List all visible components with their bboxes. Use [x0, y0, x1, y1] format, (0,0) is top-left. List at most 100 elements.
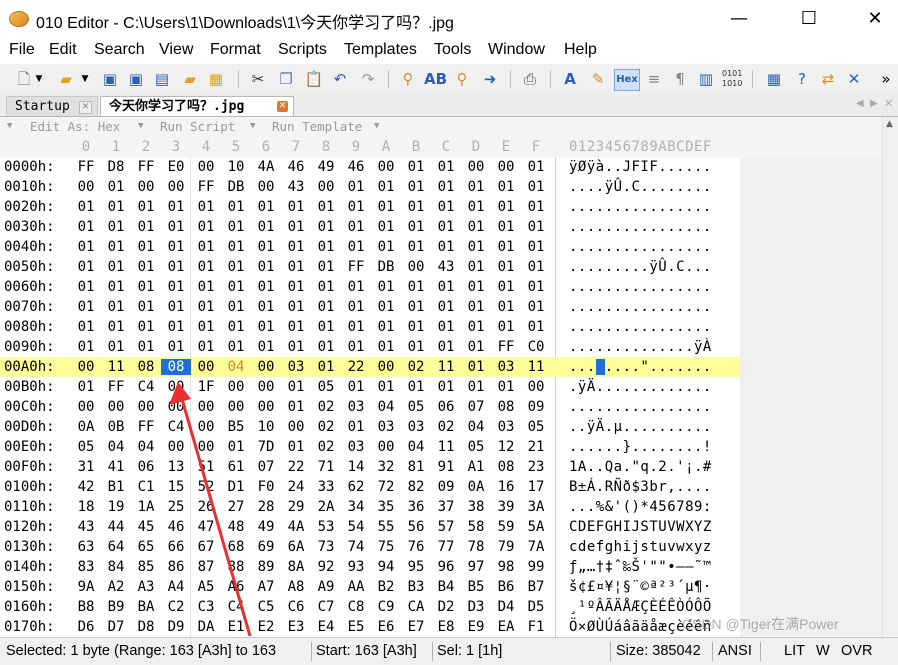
- hex-byte[interactable]: 11: [431, 439, 461, 455]
- hex-byte[interactable]: 85: [131, 559, 161, 575]
- hex-byte[interactable]: FF: [191, 179, 221, 195]
- hex-byte[interactable]: FF: [131, 159, 161, 175]
- hex-byte[interactable]: A2: [101, 579, 131, 595]
- tab-close-icon[interactable]: ✕: [884, 97, 893, 110]
- hex-byte[interactable]: 54: [341, 519, 371, 535]
- save-all-icon[interactable]: ▤: [152, 69, 172, 89]
- hex-byte[interactable]: BA: [131, 599, 161, 615]
- hex-byte[interactable]: 23: [521, 459, 551, 475]
- hex-byte[interactable]: 09: [521, 399, 551, 415]
- hex-byte[interactable]: 00: [191, 159, 221, 175]
- print-icon[interactable]: ⎙: [520, 69, 540, 89]
- hex-byte[interactable]: 01: [431, 299, 461, 315]
- status-w[interactable]: W: [816, 643, 830, 659]
- hex-byte[interactable]: 57: [431, 519, 461, 535]
- hex-byte[interactable]: 4A: [251, 159, 281, 175]
- hex-byte[interactable]: E3: [281, 619, 311, 635]
- hex-byte[interactable]: 82: [401, 479, 431, 495]
- hex-byte[interactable]: FF: [131, 419, 161, 435]
- chevron-down-icon[interactable]: ▼: [138, 121, 143, 131]
- new-file-icon[interactable]: 🗋: [14, 69, 34, 89]
- save-icon[interactable]: ▣: [100, 69, 120, 89]
- hex-byte[interactable]: C7: [311, 599, 341, 615]
- hex-byte[interactable]: 01: [371, 199, 401, 215]
- hex-byte[interactable]: 01: [311, 359, 341, 375]
- hex-byte[interactable]: 01: [281, 239, 311, 255]
- chevron-down-icon[interactable]: ▼: [374, 121, 379, 131]
- hex-byte[interactable]: 29: [281, 499, 311, 515]
- hex-byte[interactable]: E5: [341, 619, 371, 635]
- hex-byte[interactable]: 76: [401, 539, 431, 555]
- hex-row[interactable]: 0010h: 00 01 00 00 FF DB 00 43 00 01 01 01 01 01 01 01..…: [0, 177, 740, 197]
- hex-byte[interactable]: 01: [521, 239, 551, 255]
- hex-byte[interactable]: 01: [161, 279, 191, 295]
- hex-byte[interactable]: 03: [491, 419, 521, 435]
- hex-byte[interactable]: 93: [341, 559, 371, 575]
- hex-byte[interactable]: B5: [461, 579, 491, 595]
- hex-byte[interactable]: 01: [101, 259, 131, 275]
- hex-byte[interactable]: 01: [461, 299, 491, 315]
- hex-byte[interactable]: 00: [161, 179, 191, 195]
- hex-byte[interactable]: 81: [401, 459, 431, 475]
- hex-byte[interactable]: 01: [221, 219, 251, 235]
- tab-file[interactable]: 今天你学习了吗？.jpg ✕: [100, 96, 294, 116]
- hex-byte[interactable]: 01: [491, 199, 521, 215]
- hex-byte[interactable]: F1: [521, 619, 551, 635]
- ascii-text[interactable]: B±Á.RÑð$3br,....: [569, 479, 712, 495]
- hex-byte[interactable]: 56: [401, 519, 431, 535]
- hex-row[interactable]: 0100h: 42 B1 C1 15 52 D1 F0 24 33 62 72 82 09 0A 16 17 B±…: [0, 477, 740, 497]
- hex-byte[interactable]: 83: [71, 559, 101, 575]
- hex-byte[interactable]: 01: [401, 179, 431, 195]
- hex-byte[interactable]: 01: [431, 179, 461, 195]
- hex-byte[interactable]: 1A: [131, 499, 161, 515]
- hex-byte[interactable]: 01: [191, 259, 221, 275]
- cut-icon[interactable]: ✂: [248, 69, 268, 89]
- hex-byte[interactable]: 01: [161, 199, 191, 215]
- ascii-text[interactable]: ................: [569, 239, 712, 255]
- hex-byte[interactable]: 04: [221, 359, 251, 375]
- hex-byte[interactable]: 22: [281, 459, 311, 475]
- hex-row[interactable]: 0000h: FF D8 FF E0 00 10 4A 46 49 46 00 01 01 00 00 01 ÿØ…: [0, 157, 740, 177]
- hex-byte[interactable]: C4: [221, 599, 251, 615]
- compare-icon[interactable]: ⇄: [818, 69, 838, 89]
- hex-byte[interactable]: A8: [281, 579, 311, 595]
- hex-byte[interactable]: 28: [251, 499, 281, 515]
- hex-byte[interactable]: 01: [431, 339, 461, 355]
- hex-byte[interactable]: 65: [131, 539, 161, 555]
- hex-byte[interactable]: 01: [401, 319, 431, 335]
- hex-byte[interactable]: 01: [101, 199, 131, 215]
- hex-byte[interactable]: 01: [281, 279, 311, 295]
- inspector-icon[interactable]: ?: [792, 69, 812, 89]
- hex-byte[interactable]: 01: [281, 199, 311, 215]
- hex-row[interactable]: 0130h: 63 64 65 66 67 68 69 6A 73 74 75 76 77 78 79 7A cd…: [0, 537, 740, 557]
- hex-byte[interactable]: 05: [71, 439, 101, 455]
- hex-byte[interactable]: 01: [491, 239, 521, 255]
- hex-byte[interactable]: C2: [161, 599, 191, 615]
- open-dropdown-icon[interactable]: ▼: [80, 69, 90, 89]
- hex-byte[interactable]: 01: [71, 199, 101, 215]
- hex-byte[interactable]: 01: [341, 179, 371, 195]
- hex-byte[interactable]: 01: [161, 259, 191, 275]
- hex-byte[interactable]: 01: [461, 279, 491, 295]
- font-icon[interactable]: A: [560, 69, 580, 89]
- hex-byte[interactable]: 01: [251, 219, 281, 235]
- hex-byte[interactable]: 24: [281, 479, 311, 495]
- hex-byte[interactable]: 62: [341, 479, 371, 495]
- ascii-text[interactable]: ƒ„…†‡ˆ‰Š'""•–—˜™: [569, 559, 712, 575]
- hex-byte[interactable]: 07: [461, 399, 491, 415]
- menu-templates[interactable]: Templates: [344, 41, 417, 59]
- find-replace-icon[interactable]: AB: [424, 69, 447, 89]
- hex-byte[interactable]: 0B: [101, 419, 131, 435]
- hex-byte[interactable]: 11: [521, 359, 551, 375]
- hex-byte[interactable]: 43: [431, 259, 461, 275]
- hex-byte[interactable]: 00: [371, 159, 401, 175]
- hex-byte[interactable]: 01: [251, 259, 281, 275]
- ascii-text[interactable]: ...%&'()*456789:: [569, 499, 712, 515]
- hex-byte[interactable]: B1: [101, 479, 131, 495]
- hex-byte[interactable]: 00: [71, 359, 101, 375]
- hex-byte[interactable]: 00: [71, 179, 101, 195]
- hex-byte[interactable]: 01: [101, 239, 131, 255]
- status-lit[interactable]: LIT: [784, 643, 805, 659]
- hex-byte[interactable]: 01: [221, 319, 251, 335]
- hex-byte[interactable]: 01: [71, 299, 101, 315]
